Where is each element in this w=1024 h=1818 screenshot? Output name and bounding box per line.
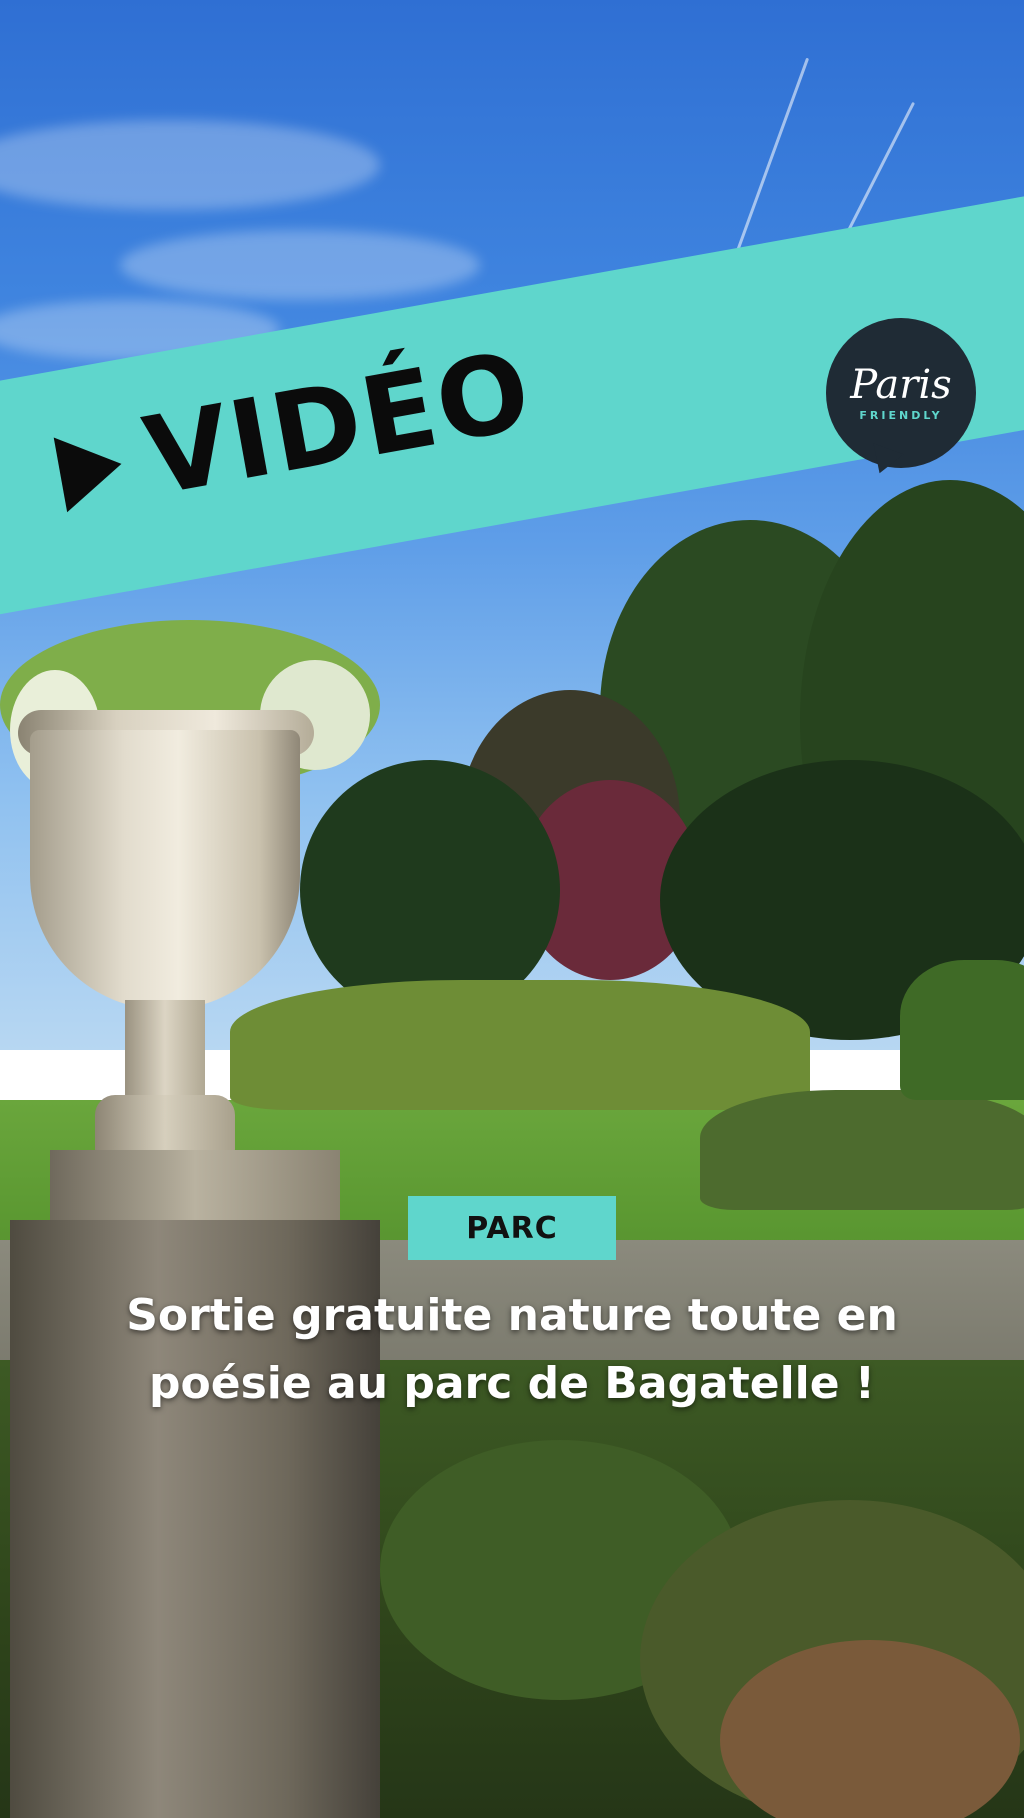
logo-paris-text: Paris [850,361,952,408]
vase-foot [95,1095,235,1155]
story-frame[interactable]: VIDÉO Paris FRIENDLY PARC Sortie gratuit… [0,0,1024,1818]
paris-friendly-logo: Paris FRIENDLY [826,318,976,468]
category-tag-label: PARC [466,1210,558,1246]
vase-stem [125,1000,205,1110]
vase-bowl [30,730,300,1010]
shrub [900,960,1024,1100]
pedestal-cap [50,1150,340,1220]
cloud-wisp [120,230,480,300]
play-icon[interactable] [53,426,129,513]
headline-line-2: poésie au parc de Bagatelle ! [149,1358,875,1409]
garden-vase [0,620,400,1818]
headline: Sortie gratuite nature toute en poésie a… [60,1282,964,1418]
headline-line-1: Sortie gratuite nature toute en [126,1290,898,1341]
category-tag: PARC [408,1196,616,1260]
flower-bed [700,1090,1024,1210]
logo-friendly-text: FRIENDLY [859,408,943,422]
